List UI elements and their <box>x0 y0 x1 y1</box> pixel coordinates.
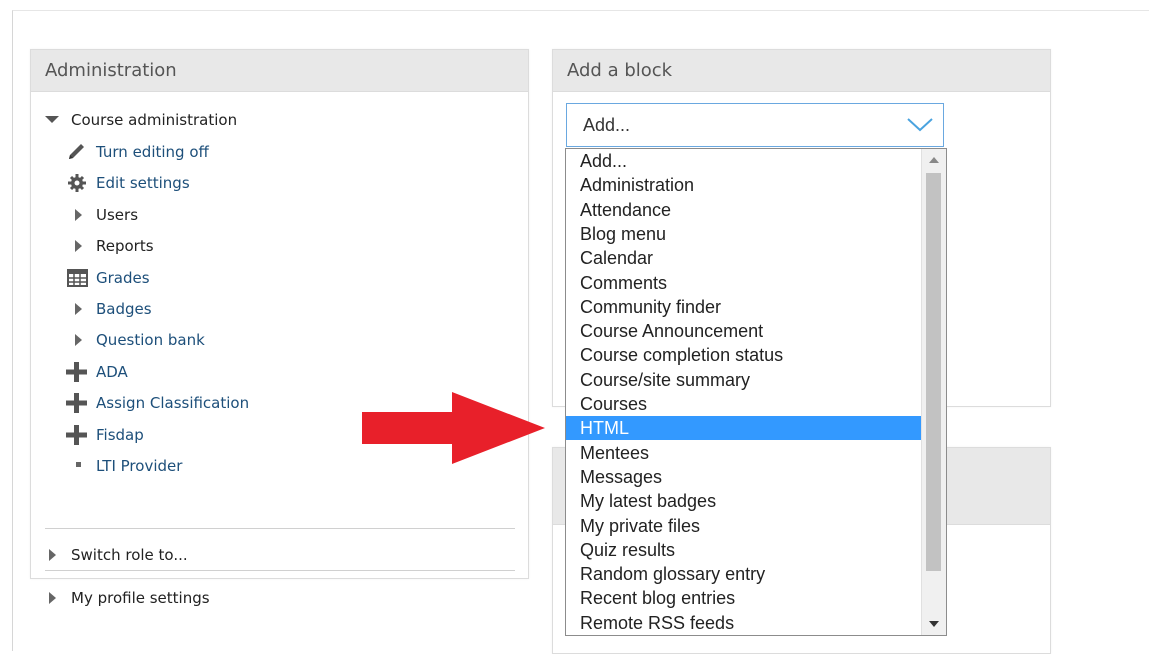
dropdown-option-messages[interactable]: Messages <box>566 465 921 489</box>
bullet-icon <box>69 456 91 476</box>
dropdown-option-course-completion-status[interactable]: Course completion status <box>566 343 921 367</box>
admin-item-label: LTI Provider <box>96 457 183 475</box>
admin-item-label: Grades <box>96 268 150 287</box>
add-block-select[interactable]: Add... <box>566 103 944 147</box>
admin-item-label: Reports <box>96 237 154 256</box>
plus-icon <box>66 424 88 445</box>
admin-item-label: Assign Classification <box>96 394 250 413</box>
expand-triangle-icon <box>49 549 56 561</box>
profile-settings-label: My profile settings <box>71 589 210 607</box>
switch-role-label: Switch role to... <box>71 546 188 564</box>
expand-triangle-icon <box>75 208 82 221</box>
admin-item-label: Fisdap <box>96 425 144 444</box>
divider <box>45 570 515 571</box>
grades-table-icon <box>67 268 89 288</box>
admin-item-label: Edit settings <box>96 174 190 193</box>
add-block-dropdown-list[interactable]: Add... Administration Attendance Blog menu C… <box>565 148 947 636</box>
admin-item-label: Users <box>96 205 139 224</box>
dropdown-option-my-private-files[interactable]: My private files <box>566 514 921 538</box>
expand-triangle-icon <box>49 592 56 604</box>
dropdown-option-mentees[interactable]: Mentees <box>566 441 921 465</box>
course-administration-label: Course administration <box>71 111 238 129</box>
add-block-select-value: Add... <box>583 115 631 135</box>
dropdown-option-recent-blog-entries[interactable]: Recent blog entries <box>566 586 921 610</box>
dropdown-option-html[interactable]: HTML <box>566 416 921 441</box>
scrollbar-thumb[interactable] <box>926 173 941 571</box>
dropdown-option-random-glossary-entry[interactable]: Random glossary entry <box>566 562 921 586</box>
red-arrow-annotation-icon <box>362 392 545 464</box>
dropdown-option-blog-menu[interactable]: Blog menu <box>566 222 921 246</box>
dropdown-option-administration[interactable]: Administration <box>566 173 921 197</box>
expand-triangle-icon <box>75 303 82 315</box>
admin-item-label: ADA <box>96 362 128 381</box>
dropdown-option-courses[interactable]: Courses <box>566 392 921 416</box>
divider <box>45 528 515 529</box>
plus-icon <box>66 393 88 414</box>
dropdown-option-community-finder[interactable]: Community finder <box>566 295 921 319</box>
expand-triangle-icon <box>75 334 82 347</box>
dropdown-option-comments[interactable]: Comments <box>566 271 921 295</box>
scroll-down-icon[interactable] <box>929 621 939 627</box>
plus-icon <box>66 361 88 382</box>
admin-item-label: Turn editing off <box>96 143 209 161</box>
chevron-down-icon <box>907 118 933 132</box>
admin-item-label: Badges <box>96 300 152 318</box>
dropdown-option-calendar[interactable]: Calendar <box>566 246 921 270</box>
dropdown-option-my-latest-badges[interactable]: My latest badges <box>566 489 921 513</box>
admin-item-label: Question bank <box>96 331 205 350</box>
dropdown-option-course-site-summary[interactable]: Course/site summary <box>566 368 921 392</box>
dropdown-scrollbar[interactable] <box>921 149 946 635</box>
pencil-icon <box>66 142 88 162</box>
gear-icon <box>67 173 89 193</box>
administration-block: Administration Course administration Tur… <box>30 49 529 607</box>
dropdown-option-remote-rss-feeds[interactable]: Remote RSS feeds <box>566 611 921 635</box>
administration-block-title: Administration <box>31 50 528 92</box>
expand-triangle-icon <box>75 240 82 253</box>
dropdown-option-quiz-results[interactable]: Quiz results <box>566 538 921 562</box>
collapse-triangle-icon <box>45 116 59 123</box>
add-a-block-title: Add a block <box>553 50 1050 92</box>
dropdown-option-add[interactable]: Add... <box>566 149 921 173</box>
dropdown-option-attendance[interactable]: Attendance <box>566 198 921 222</box>
dropdown-option-course-announcement[interactable]: Course Announcement <box>566 319 921 343</box>
scroll-up-icon[interactable] <box>929 157 939 163</box>
